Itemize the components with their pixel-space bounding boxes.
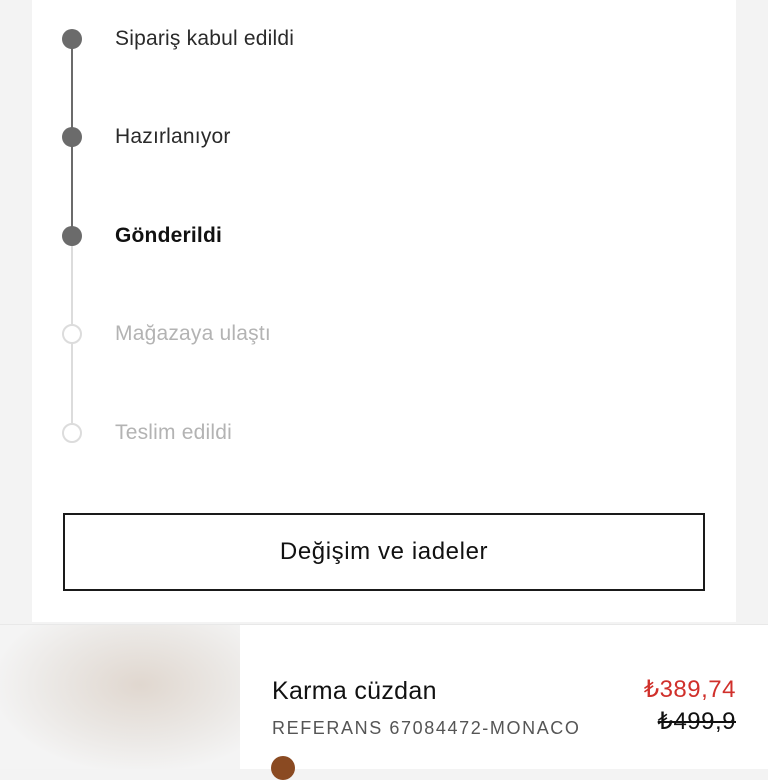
step-label: Teslim edildi — [115, 421, 232, 444]
step-label: Hazırlanıyor — [115, 125, 231, 148]
timeline-step-order-accepted: Sipariş kabul edildi — [32, 19, 736, 59]
product-thumbnail[interactable] — [0, 625, 240, 769]
timeline-step-arrived-store: Mağazaya ulaştı — [32, 314, 736, 354]
timeline-step-shipped: Gönderildi — [32, 216, 736, 256]
step-completed-dot-icon — [62, 29, 82, 49]
exchange-returns-button[interactable]: Değişim ve iadeler — [63, 513, 705, 591]
step-pending-dot-icon — [62, 324, 82, 344]
timeline-step-delivered: Teslim edildi — [32, 413, 736, 453]
product-item[interactable]: Karma cüzdan REFERANS 67084472-MONACO ₺3… — [0, 624, 768, 780]
product-reference: REFERANS 67084472-MONACO — [272, 718, 581, 738]
order-status-card: Sipariş kabul edildi Hazırlanıyor Gönder… — [32, 0, 736, 622]
product-name: Karma cüzdan — [272, 677, 437, 705]
step-label: Sipariş kabul edildi — [115, 27, 295, 50]
step-pending-dot-icon — [62, 423, 82, 443]
order-timeline: Sipariş kabul edildi Hazırlanıyor Gönder… — [32, 0, 736, 470]
timeline-step-preparing: Hazırlanıyor — [32, 117, 736, 157]
step-completed-dot-icon — [62, 127, 82, 147]
step-label: Mağazaya ulaştı — [115, 322, 271, 345]
step-current-dot-icon — [62, 226, 82, 246]
step-label: Gönderildi — [115, 224, 222, 247]
color-swatch — [271, 756, 295, 780]
original-price: ₺499,9 — [657, 708, 736, 735]
sale-price: ₺389,74 — [643, 676, 736, 703]
